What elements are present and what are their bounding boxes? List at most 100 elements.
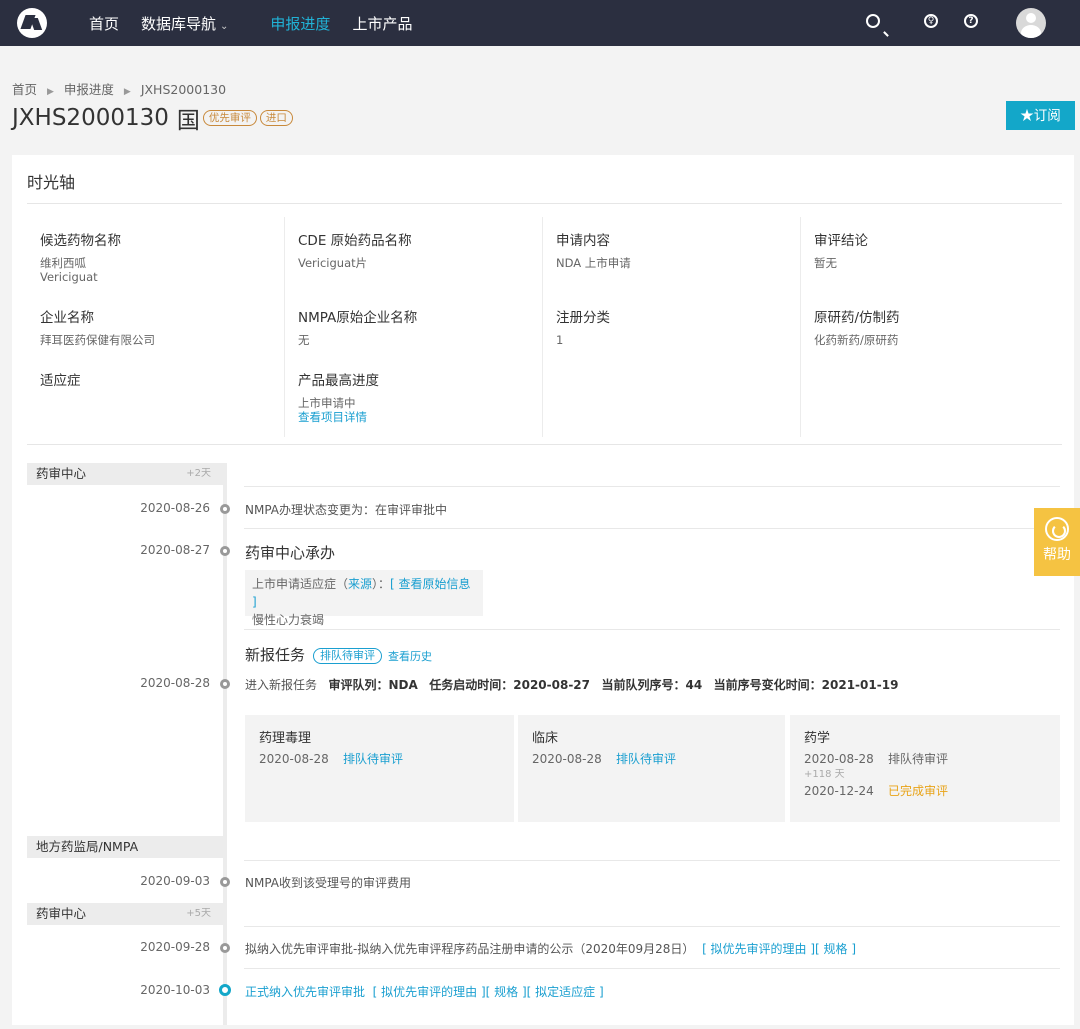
project-detail-link[interactable]: 查看项目详情 [298,410,379,424]
timeline-section-cde-2: 药审中心 +5天 [27,903,227,925]
event-date: 2020-10-03 [140,983,210,997]
field-label: 适应症 [40,373,81,389]
queue-label: 审评队列： [328,678,389,692]
field-value: Vericiguat [40,270,98,284]
note-value: 慢性心力衰竭 [252,613,325,627]
field-label: 原研药/仿制药 [814,310,900,326]
field-label: 审评结论 [814,233,868,249]
timeline-dot-icon [220,943,230,953]
nav-home[interactable]: 首页 [89,13,119,34]
field-value: 化药新药/原研药 [814,333,899,347]
lightbulb-icon[interactable]: ♀ [924,14,942,32]
task-status: 已完成审评 [888,784,949,798]
section-label: 药审中心 [36,906,87,921]
field-label: 候选药物名称 [40,233,121,249]
company-field: 企业名称 拜耳医药保健有限公司 [40,306,155,347]
task-date: 2020-08-28 [532,752,602,766]
help-icon[interactable]: ? [964,14,982,32]
reg-class-field: 注册分类 1 [556,306,610,347]
event-text: NMPA收到该受理号的审评费用 [245,876,412,890]
field-value: NDA 上市申请 [556,256,631,270]
cde-name-field: CDE 原始药品名称 Vericiguat片 [298,229,412,270]
field-value: 拜耳医药保健有限公司 [40,333,155,347]
note-prefix: 上市申请适应症（ [252,577,349,591]
event-date: 2020-08-28 [140,676,210,690]
field-value: 无 [298,333,310,347]
priority-badge: 优先审评 [202,110,257,126]
help-button[interactable]: 帮助 [1034,508,1080,576]
timeline-dot-icon [220,877,230,887]
apply-field: 申请内容 NDA 上市申请 [556,229,631,270]
import-badge: 进口 [259,110,293,126]
search-icon[interactable] [866,14,884,32]
priority-reason-links[interactable]: [ 拟优先审评的理由 ][ 规格 ][ 拟定适应症 ] [373,985,604,999]
breadcrumb: 首页 ▶ 申报进度 ▶ JXHS2000130 [12,79,226,98]
breadcrumb-home[interactable]: 首页 [12,82,37,97]
avatar[interactable] [1016,8,1046,38]
field-label: 注册分类 [556,310,610,326]
nav-products[interactable]: 上市产品 [352,13,412,34]
logo-icon[interactable] [17,8,47,38]
seq-label: 当前队列序号： [601,678,686,692]
event-date: 2020-09-28 [140,940,210,954]
task-row: 2020-08-28 排队待审评 [804,750,1046,768]
divider [27,444,1062,445]
timeline-section-cde: 药审中心 +2天 [27,463,227,485]
section-days: +5天 [186,908,211,919]
conclusion-field: 审评结论 暂无 [814,229,868,270]
indication-note: 上市申请适应症（来源）：[ 查看原始信息 ] 慢性心力衰竭 [245,570,483,627]
nav-database[interactable]: 数据库导航 ⌄ [141,13,228,34]
chevron-down-icon: ⌄ [220,20,229,32]
info-col-4: 审评结论 暂无 原研药/仿制药 化药新药/原研药 [801,217,1062,437]
nav-progress[interactable]: 申报进度 [270,13,330,34]
task-card-pharm-tox: 药理毒理 2020-08-28 排队待审评 [245,715,514,822]
task-row: 2020-12-24 已完成审评 [804,782,1046,800]
event-heading: 新报任务 [245,646,306,664]
timeline-card: 时光轴 候选药物名称 维利西呱 Vericiguat 企业名称 拜耳医药保健有限… [12,155,1074,1025]
new-task-detail: 进入新报任务 审评队列：NDA 任务启动时间：2020-08-27 当前队列序号… [245,676,898,693]
event-date: 2020-08-26 [140,501,210,515]
breadcrumb-separator-icon: ▶ [123,87,131,97]
title-region: 国 [176,108,200,134]
task-title: 临床 [532,731,559,746]
view-history-link[interactable]: 查看历史 [388,650,432,663]
info-grid: 候选药物名称 维利西呱 Vericiguat 企业名称 拜耳医药保健有限公司 适… [27,217,1062,437]
event-line: 正式纳入优先审评审批 [ 拟优先审评的理由 ][ 规格 ][ 拟定适应症 ] [245,983,604,1000]
help-label: 帮助 [1043,547,1071,563]
start-value: 2020-08-27 [513,678,591,692]
field-label: 产品最高进度 [298,373,379,389]
breadcrumb-current: JXHS2000130 [140,82,227,97]
divider [244,860,1060,861]
card-title: 时光轴 [27,173,76,192]
task-status: 排队待审评 [888,752,949,766]
divider [244,968,1060,969]
field-value: 维利西呱 [40,256,86,270]
task-date: 2020-12-24 [804,784,874,798]
section-label: 地方药监局/NMPA [36,839,139,854]
task-date: 2020-08-28 [804,752,874,766]
nav-database-label: 数据库导航 [141,14,217,33]
source-link[interactable]: 来源 [348,577,372,591]
timeline-dot-icon [220,504,230,514]
top-navbar: 首页 数据库导航 ⌄ 申报进度 上市产品 ♀ ? [0,0,1080,46]
info-col-2: CDE 原始药品名称 Vericiguat片 NMPA原始企业名称 无 产品最高… [285,217,543,437]
event-line: 拟纳入优先审评审批-拟纳入优先审评程序药品注册申请的公示（2020年09月28日… [245,940,856,957]
chat-icon [1045,517,1069,541]
priority-reason-links[interactable]: [ 拟优先审评的理由 ][ 规格 ] [702,942,856,956]
task-row: 2020-08-28 排队待审评 [259,750,500,768]
field-label: NMPA原始企业名称 [298,310,418,326]
subscribe-button[interactable]: ★订阅 [1006,101,1075,130]
event-text: NMPA办理状态变更为：在审评审批中 [245,503,448,517]
section-label: 药审中心 [36,466,87,481]
field-value: Vericiguat片 [298,256,368,270]
breadcrumb-progress[interactable]: 申报进度 [64,82,114,97]
task-date: 2020-08-28 [259,752,329,766]
event-text: 拟纳入优先审评审批-拟纳入优先审评程序药品注册申请的公示（2020年09月28日… [245,942,695,956]
queue-status-badge: 排队待审评 [313,647,383,664]
event-text: 正式纳入优先审评审批 [245,985,366,999]
timeline-dot-icon [220,546,230,556]
breadcrumb-separator-icon: ▶ [47,87,54,97]
note-line: 上市申请适应症（来源）：[ 查看原始信息 ] [252,575,476,611]
task-card-pharmacy: 药学 2020-08-28 排队待审评 +118 天 2020-12-24 已完成审… [790,715,1060,822]
seqchg-value: 2021-01-19 [821,678,899,692]
